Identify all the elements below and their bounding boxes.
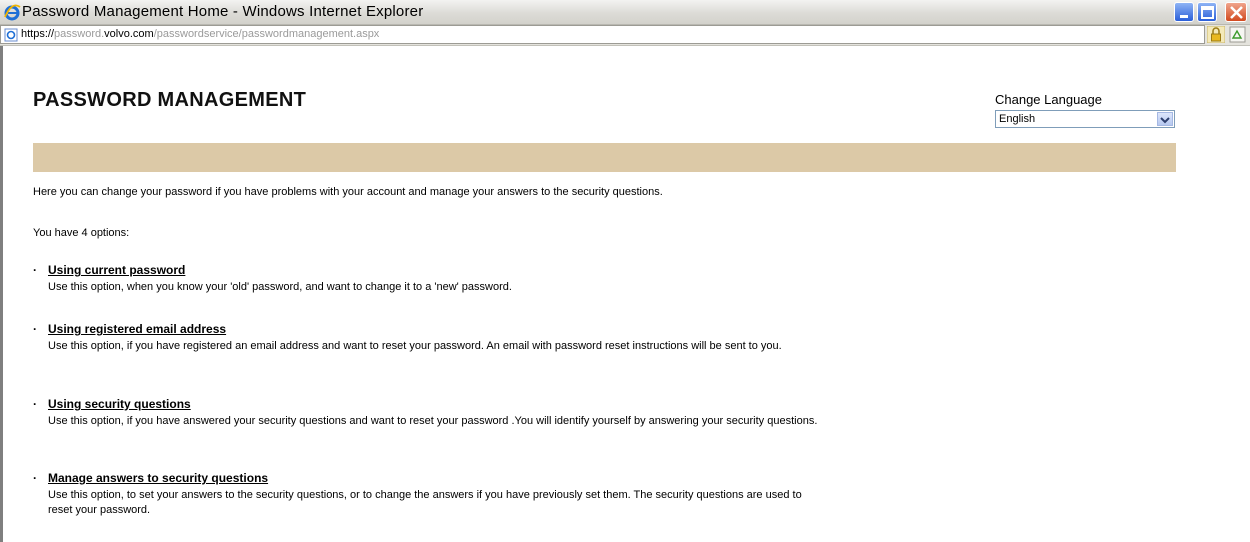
language-selected-value: English (999, 113, 1036, 125)
ie-logo-icon (3, 3, 21, 21)
option-link-registered-email[interactable]: Using registered email address (48, 322, 226, 336)
window-frame-left (0, 46, 3, 542)
option-manage-answers: · Manage answers to security questions U… (33, 471, 823, 526)
address-url: https://password.volvo.com/passwordservi… (21, 28, 379, 40)
option-link-security-questions[interactable]: Using security questions (48, 397, 191, 411)
window-title: Password Management Home - Windows Inter… (22, 3, 424, 20)
option-description: Use this option, when you know your 'old… (48, 281, 512, 293)
url-subdomain: password. (54, 28, 105, 40)
minimize-icon (1180, 15, 1188, 18)
option-link-current-password[interactable]: Using current password (48, 263, 185, 277)
close-button[interactable] (1225, 2, 1247, 22)
page-icon (4, 28, 18, 42)
option-security-questions: · Using security questions Use this opti… (33, 397, 823, 452)
url-path: /passwordservice/passwordmanagement.aspx (153, 28, 380, 40)
bullet: · (33, 471, 37, 485)
option-registered-email: · Using registered email address Use thi… (33, 322, 823, 377)
lock-icon[interactable] (1206, 25, 1226, 44)
language-select[interactable]: English (995, 110, 1175, 128)
option-current-password: · Using current password Use this option… (33, 263, 823, 303)
bullet: · (33, 322, 37, 336)
url-scheme: https:// (21, 28, 55, 40)
option-description: Use this option, to set your answers to … (48, 489, 802, 516)
option-description: Use this option, if you have registered … (48, 340, 782, 352)
close-icon (1230, 6, 1243, 19)
intro-text: Here you can change your password if you… (33, 186, 663, 198)
maximize-button[interactable] (1197, 2, 1217, 22)
language-label: Change Language (995, 92, 1102, 107)
minimize-button[interactable] (1174, 2, 1194, 22)
bullet: · (33, 263, 37, 277)
options-count-text: You have 4 options: (33, 227, 130, 239)
address-bar: https://password.volvo.com/passwordservi… (0, 25, 1250, 46)
dropdown-arrow-icon[interactable] (1157, 112, 1173, 126)
maximize-icon (1201, 6, 1214, 19)
bullet: · (33, 397, 37, 411)
url-domain: volvo.com (104, 28, 154, 40)
header-band (33, 143, 1176, 172)
compatibility-icon[interactable] (1229, 26, 1247, 43)
window-titlebar[interactable]: Password Management Home - Windows Inter… (0, 0, 1250, 25)
option-description: Use this option, if you have answered yo… (48, 415, 818, 427)
page-title: PASSWORD MANAGEMENT (33, 89, 307, 111)
address-field[interactable]: https://password.volvo.com/passwordservi… (0, 25, 1205, 44)
option-link-manage-answers[interactable]: Manage answers to security questions (48, 471, 268, 485)
